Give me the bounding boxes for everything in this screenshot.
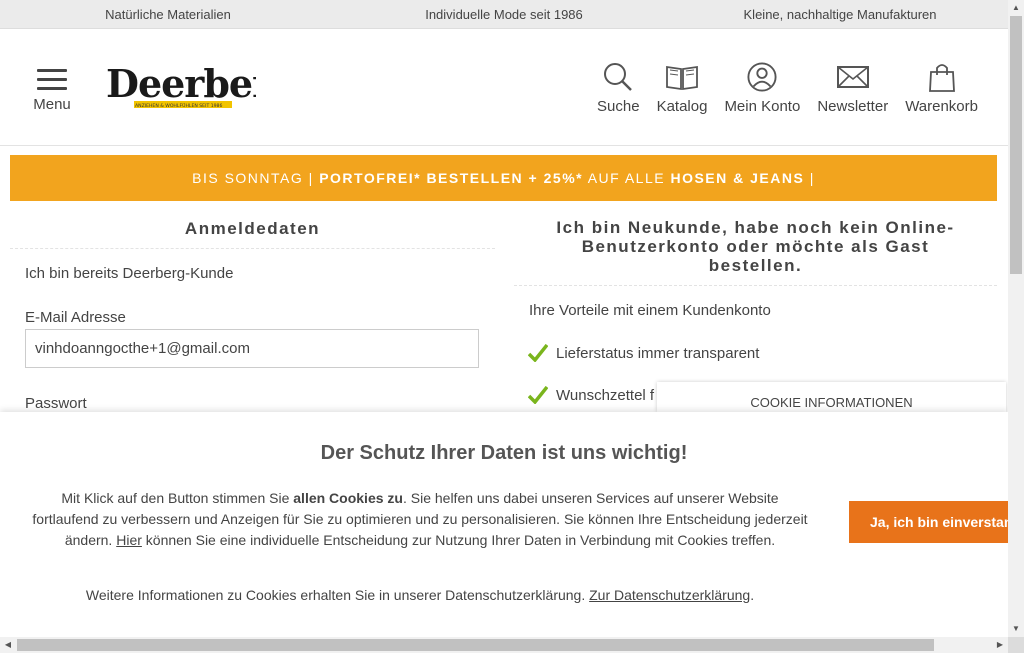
nav-newsletter[interactable]: Newsletter [817, 62, 888, 116]
checkmark-icon [528, 386, 548, 404]
scrollbar-corner [1008, 637, 1024, 653]
email-label: E-Mail Adresse [25, 309, 126, 326]
book-icon [666, 65, 698, 91]
header-nav: Suche Katalog Mein Konto Newsletter Ware… [580, 62, 978, 116]
scroll-down-arrow-icon[interactable]: ▼ [1008, 621, 1024, 637]
login-title: Anmeldedaten [10, 210, 495, 249]
cookie-info-tab[interactable]: COOKIE INFORMATIONEN [657, 382, 1006, 412]
scroll-up-arrow-icon[interactable]: ▲ [1008, 0, 1024, 16]
cookie-text: Mit Klick auf den Button stimmen Sie all… [30, 488, 810, 551]
cookie-text-bold: allen Cookies zu [293, 490, 403, 506]
bag-icon [928, 64, 955, 92]
cookie-footer-part: . [750, 587, 755, 603]
deerberg-logo[interactable]: Deerberg ANZIEHEN & WOHLFÜHLEN SEIT 1986 [104, 61, 298, 118]
usp-item: Individuelle Mode seit 1986 [425, 7, 583, 22]
checkmark-icon [528, 344, 548, 362]
nav-cart-label: Warenkorb [905, 98, 978, 115]
promo-banner[interactable]: BIS SONNTAG | PORTOFREI* BESTELLEN + 25%… [10, 155, 997, 201]
benefit-label: Lieferstatus immer transparent [556, 344, 760, 362]
promo-text: AUF ALLE [583, 170, 671, 186]
menu-label: Menu [33, 96, 71, 113]
nav-catalog[interactable]: Katalog [656, 62, 708, 116]
nav-cart[interactable]: Warenkorb [905, 62, 978, 116]
nav-search[interactable]: Suche [597, 62, 640, 116]
search-icon [604, 63, 633, 91]
benefit-item: Wunschzettel f [528, 386, 654, 404]
cookie-footer-text: Weitere Informationen zu Cookies erhalte… [30, 587, 810, 603]
cookie-text-part: können Sie eine individuelle Entscheidun… [141, 532, 776, 548]
register-section: Ich bin Neukunde, habe noch kein Online-… [514, 210, 997, 319]
register-title: Ich bin Neukunde, habe noch kein Online-… [514, 210, 997, 286]
email-input[interactable] [25, 329, 479, 368]
benefit-label: Wunschzettel f [556, 386, 655, 404]
promo-text: BIS SONNTAG | [192, 170, 320, 186]
vertical-scrollbar[interactable]: ▲ ▼ [1008, 0, 1024, 637]
cookie-title: Der Schutz Ihrer Daten ist uns wichtig! [320, 442, 688, 464]
scroll-left-arrow-icon[interactable]: ◀ [0, 637, 16, 653]
logo-tagline: ANZIEHEN & WOHLFÜHLEN SEIT 1986 [135, 102, 222, 109]
promo-highlight: PORTOFREI* BESTELLEN + 25%* [319, 170, 584, 186]
accept-cookies-button[interactable]: Ja, ich bin einverstanden [849, 501, 1009, 543]
password-label: Passwort [25, 395, 87, 412]
benefit-item: Lieferstatus immer transparent [528, 344, 759, 362]
cookie-footer-part: Weitere Informationen zu Cookies erhalte… [85, 587, 590, 603]
hamburger-icon [30, 69, 74, 90]
cookie-settings-link[interactable]: Hier [116, 532, 142, 548]
login-section: Anmeldedaten Ich bin bereits Deerberg-Ku… [10, 210, 495, 282]
horizontal-scroll-thumb[interactable] [17, 639, 934, 651]
menu-button[interactable]: Menu [30, 69, 74, 113]
cookie-text-part: Mit Klick auf den Button stimmen Sie [61, 490, 294, 506]
nav-account-label: Mein Konto [724, 98, 801, 115]
promo-highlight: HOSEN & JEANS [670, 170, 805, 186]
login-subtitle: Ich bin bereits Deerberg-Kunde [25, 265, 234, 282]
usp-bar: Natürliche Materialien Individuelle Mode… [0, 0, 1008, 29]
promo-text: | [804, 170, 815, 186]
usp-item: Kleine, nachhaltige Manufakturen [743, 7, 937, 22]
vertical-scroll-thumb[interactable] [1010, 16, 1022, 274]
user-icon [747, 62, 777, 92]
horizontal-scrollbar[interactable]: ◀ ▶ [0, 637, 1008, 653]
scroll-right-arrow-icon[interactable]: ▶ [992, 637, 1008, 653]
site-header: Menu Deerberg ANZIEHEN & WOHLFÜHLEN SEIT… [0, 29, 1008, 146]
nav-search-label: Suche [597, 98, 640, 115]
usp-item: Natürliche Materialien [105, 7, 231, 22]
envelope-icon [836, 66, 869, 88]
cookie-banner: Der Schutz Ihrer Daten ist uns wichtig! … [0, 412, 1009, 637]
nav-catalog-label: Katalog [656, 98, 708, 115]
nav-account[interactable]: Mein Konto [724, 62, 800, 116]
privacy-policy-link[interactable]: Zur Datenschutzerklärung [589, 587, 750, 603]
nav-newsletter-label: Newsletter [817, 98, 889, 115]
benefits-title: Ihre Vorteile mit einem Kundenkonto [529, 302, 771, 319]
logo-wordmark: Deerberg [106, 61, 256, 106]
